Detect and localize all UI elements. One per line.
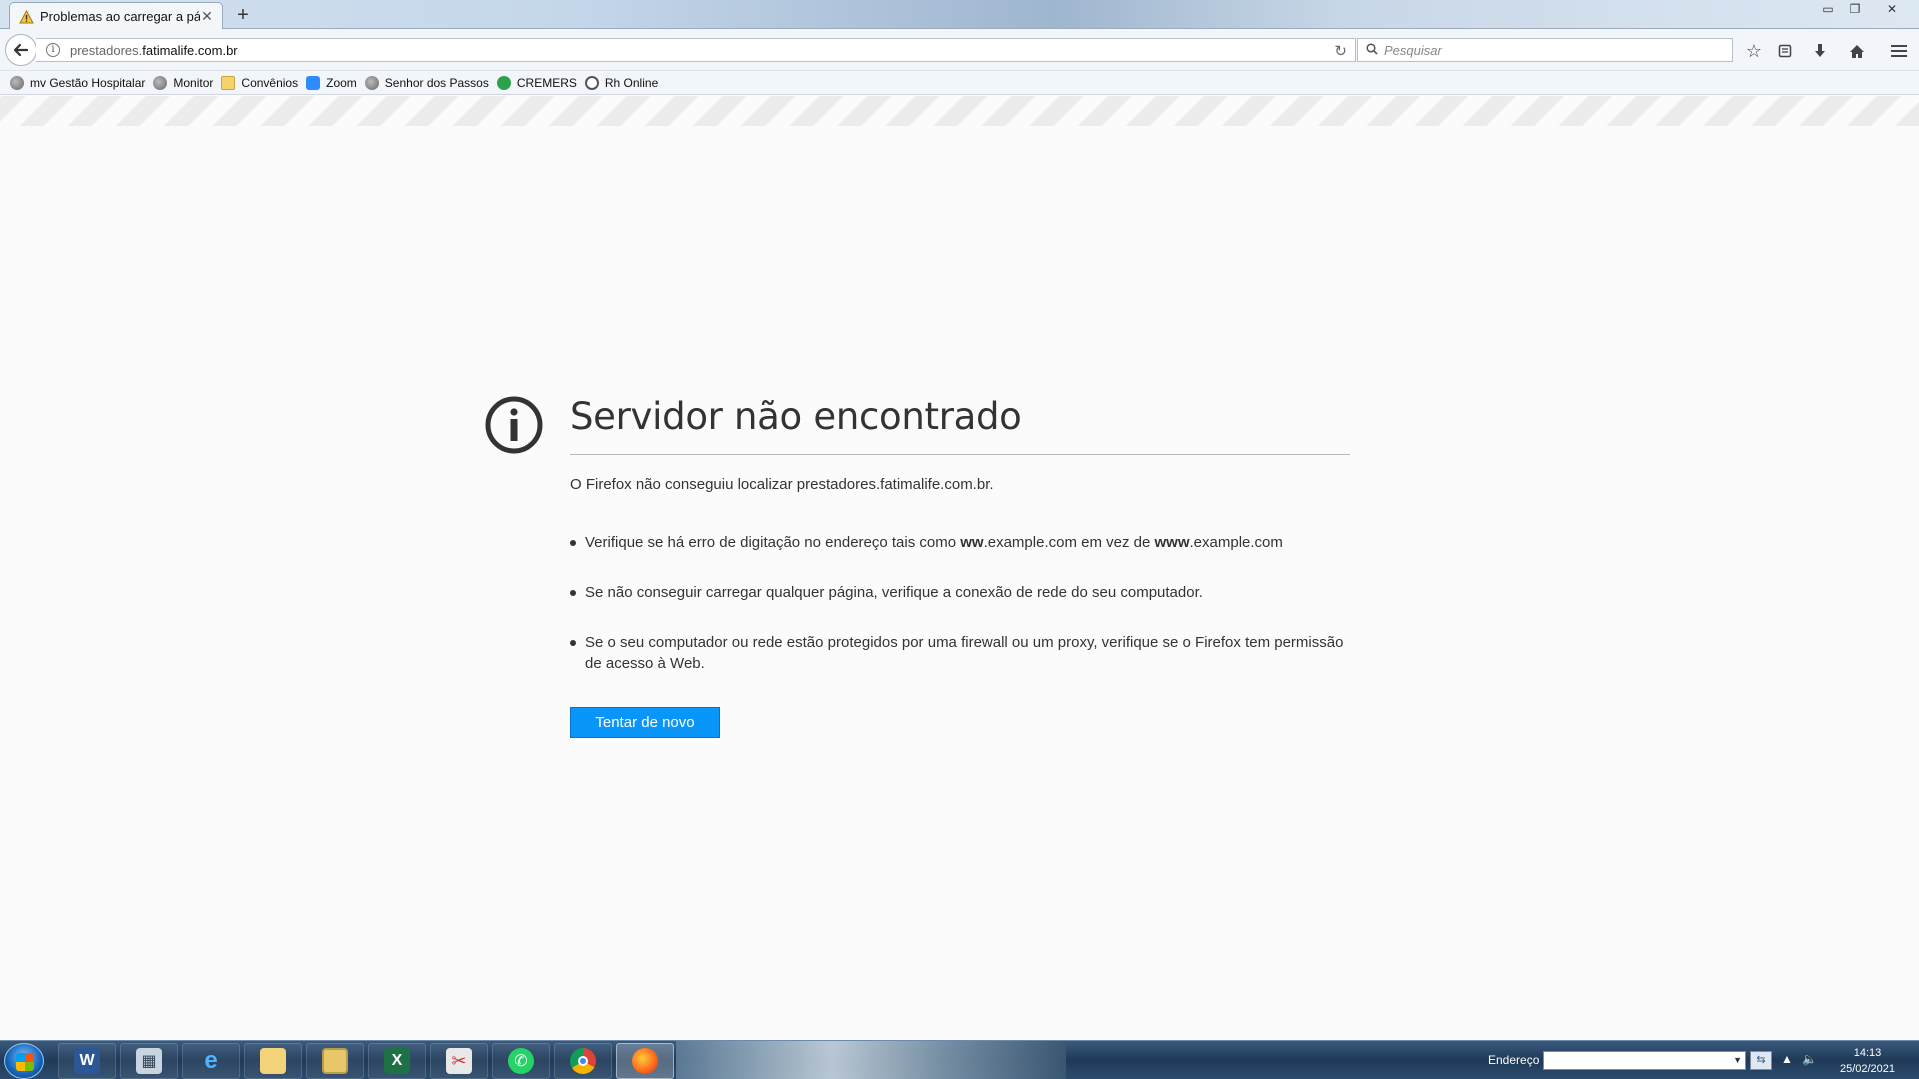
- shield-icon: [496, 75, 511, 90]
- reload-icon[interactable]: ↻: [1334, 42, 1347, 60]
- suggestion-text: .example.com em vez de: [983, 534, 1155, 551]
- back-arrow-icon: [13, 43, 29, 57]
- tab-active[interactable]: Problemas ao carregar a pági ✕: [9, 2, 223, 30]
- snipping-tool-icon: ✂: [446, 1048, 472, 1074]
- tab-strip: Problemas ao carregar a pági ✕ + ▭ ❐ ✕: [0, 0, 1919, 30]
- clock-time: 14:13: [1853, 1047, 1882, 1059]
- taskbar-word[interactable]: W: [58, 1043, 116, 1079]
- page-title: Servidor não encontrado: [570, 395, 1022, 438]
- bookmark-rh-online[interactable]: Rh Online: [584, 75, 659, 90]
- bookmark-label: Convênios: [241, 75, 299, 90]
- minimize-icon[interactable]: ▭: [1816, 0, 1840, 18]
- suggestion-text: Verifique se há erro de digitação no end…: [585, 534, 961, 551]
- error-description: O Firefox não conseguiu localizar presta…: [570, 476, 994, 493]
- site-info-icon[interactable]: i: [46, 43, 60, 57]
- system-clock[interactable]: 14:13 25/02/2021: [1830, 1045, 1905, 1077]
- bookmark-label: Rh Online: [604, 75, 659, 90]
- navigation-toolbar: i prestadores. fatimalife.com.br ↻ Pesqui…: [0, 29, 1919, 71]
- tab-title: Problemas ao carregar a pági: [40, 9, 200, 24]
- globe-icon: [153, 75, 168, 90]
- bookmark-zoom[interactable]: Zoom: [306, 75, 357, 90]
- menu-icon[interactable]: [1887, 40, 1911, 62]
- new-tab-button[interactable]: +: [233, 4, 253, 26]
- search-input[interactable]: Pesquisar: [1357, 38, 1733, 62]
- excel-icon: X: [384, 1048, 410, 1074]
- internet-explorer-icon: e: [204, 1047, 218, 1074]
- suggestion-bold: ww: [960, 534, 984, 551]
- windows-logo-icon: [16, 1053, 34, 1071]
- bookmark-senhor-dos-passos[interactable]: Senhor dos Passos: [364, 75, 489, 90]
- start-button[interactable]: [4, 1043, 44, 1079]
- try-again-button[interactable]: Tentar de novo: [570, 707, 720, 738]
- taskbar-excel[interactable]: X: [368, 1043, 426, 1079]
- bookmark-monitor[interactable]: Monitor: [153, 75, 214, 90]
- chevron-down-icon[interactable]: ▼: [1733, 1055, 1742, 1065]
- search-placeholder: Pesquisar: [1384, 42, 1442, 58]
- folder-icon: [221, 75, 236, 90]
- taskbar-whatsapp[interactable]: ✆: [492, 1043, 550, 1079]
- address-toolbar-input[interactable]: ▼: [1543, 1051, 1746, 1070]
- search-icon: [1366, 42, 1378, 58]
- clock-date: 25/02/2021: [1839, 1063, 1896, 1075]
- bookmark-star-icon[interactable]: ☆: [1742, 40, 1766, 62]
- word-icon: W: [74, 1048, 100, 1074]
- bookmark-cremers[interactable]: CREMERS: [496, 75, 577, 90]
- globe-icon: [364, 75, 379, 90]
- bookmark-label: CREMERS: [516, 75, 577, 90]
- suggestion-typo: Verifique se há erro de digitação no end…: [570, 532, 1350, 553]
- bookmark-label: Senhor dos Passos: [384, 75, 489, 90]
- file-explorer-icon: [322, 1048, 348, 1074]
- volume-icon[interactable]: 🔈: [1802, 1052, 1817, 1066]
- rh-icon: [584, 75, 599, 90]
- close-tab-icon[interactable]: ✕: [200, 8, 214, 25]
- url-domain: fatimalife.com.br: [142, 42, 238, 58]
- downloads-icon[interactable]: [1808, 40, 1832, 62]
- taskbar-firefox[interactable]: [616, 1043, 674, 1079]
- address-go-button[interactable]: ⇆: [1750, 1051, 1772, 1070]
- suggestion-text: .example.com: [1189, 534, 1283, 551]
- back-button[interactable]: [5, 34, 37, 66]
- close-window-icon[interactable]: ✕: [1880, 0, 1904, 18]
- title-divider: [570, 454, 1350, 455]
- taskbar-folder[interactable]: [244, 1043, 302, 1079]
- firefox-icon: [632, 1048, 658, 1074]
- chrome-icon: [570, 1048, 596, 1074]
- calculator-icon: ▦: [136, 1048, 162, 1074]
- bookmark-label: Zoom: [326, 75, 357, 90]
- bookmark-label: Monitor: [173, 75, 214, 90]
- bookmark-mv-gestao[interactable]: mv Gestão Hospitalar: [10, 75, 146, 90]
- taskbar-wallpaper: [676, 1041, 1066, 1079]
- suggestion-firewall: Se o seu computador ou rede estão proteg…: [570, 632, 1350, 674]
- url-subdomain: prestadores.: [70, 42, 143, 58]
- address-toolbar-label: Endereço: [1488, 1053, 1540, 1067]
- taskbar-internet-explorer[interactable]: e: [182, 1043, 240, 1079]
- whatsapp-icon: ✆: [508, 1048, 534, 1074]
- bookmarks-menu-icon[interactable]: [1773, 40, 1797, 62]
- error-page-stripes: [0, 96, 1919, 126]
- warning-icon: [18, 9, 34, 24]
- taskbar-calculator[interactable]: ▦: [120, 1043, 178, 1079]
- suggestion-bold: www: [1154, 534, 1190, 551]
- info-icon: [484, 395, 544, 455]
- bookmarks-toolbar: mv Gestão Hospitalar Monitor Convênios Z…: [0, 71, 1919, 95]
- taskbar-snipping-tool[interactable]: ✂: [430, 1043, 488, 1079]
- taskbar-chrome[interactable]: [554, 1043, 612, 1079]
- restore-icon[interactable]: ❐: [1843, 0, 1867, 18]
- bookmark-convenios[interactable]: Convênios: [221, 75, 299, 90]
- globe-icon: [10, 75, 24, 90]
- tray-expand-icon[interactable]: ▲: [1781, 1052, 1793, 1066]
- zoom-icon: [306, 75, 321, 90]
- home-icon[interactable]: [1845, 40, 1869, 62]
- error-suggestions: Verifique se há erro de digitação no end…: [570, 532, 1350, 674]
- bookmark-label: mv Gestão Hospitalar: [30, 75, 146, 90]
- folder-icon: [260, 1048, 286, 1074]
- url-bar[interactable]: i prestadores. fatimalife.com.br ↻: [36, 38, 1356, 62]
- taskbar-file-explorer[interactable]: [306, 1043, 364, 1079]
- suggestion-network: Se não conseguir carregar qualquer págin…: [570, 582, 1350, 603]
- windows-taskbar: W ▦ e X ✂ ✆ Endereço ▼ ⇆ ▲ 🔈 14:13 25/02…: [0, 1040, 1919, 1079]
